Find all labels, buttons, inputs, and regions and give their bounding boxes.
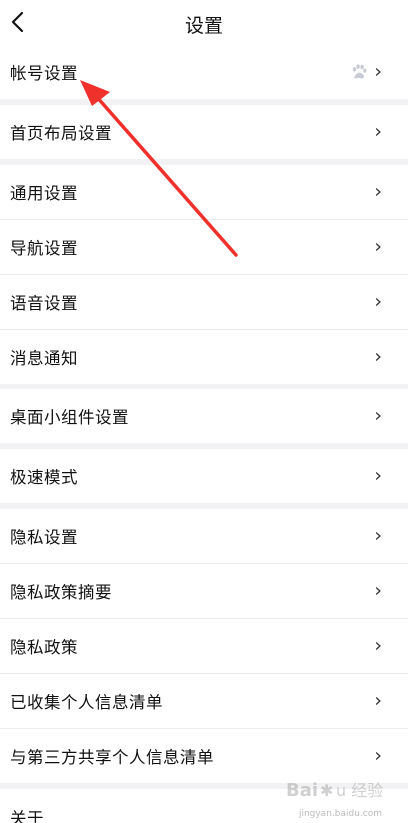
settings-item-label: 隐私政策 bbox=[10, 638, 78, 657]
settings-item-label: 已收集个人信息清单 bbox=[10, 693, 163, 712]
settings-item-label: 语音设置 bbox=[10, 294, 78, 313]
chevron-right-icon: › bbox=[374, 290, 382, 313]
settings-item-label: 导航设置 bbox=[10, 239, 78, 258]
svg-text:u 经验: u 经验 bbox=[336, 781, 383, 800]
settings-item-label: 关于 bbox=[10, 809, 44, 823]
svg-text:✱: ✱ bbox=[320, 781, 333, 800]
settings-item-general[interactable]: 通用设置 › bbox=[0, 165, 408, 220]
settings-item-label: 首页布局设置 bbox=[10, 124, 112, 143]
chevron-right-icon: › bbox=[374, 60, 382, 83]
chevron-right-icon: › bbox=[374, 120, 382, 143]
nav-bar: 设置 bbox=[0, 0, 408, 46]
baidu-logo-icon: Bai ✱ u 经验 bbox=[286, 780, 383, 801]
settings-item-account[interactable]: 帐号设置 › bbox=[0, 45, 408, 99]
settings-item-voice[interactable]: 语音设置 › bbox=[0, 275, 408, 330]
settings-item-privacy-policy[interactable]: 隐私政策 › bbox=[0, 619, 408, 674]
section-speed-mode: 极速模式 › bbox=[0, 449, 408, 503]
chevron-right-icon: › bbox=[374, 345, 382, 368]
page-title: 设置 bbox=[184, 15, 223, 37]
settings-item-privacy[interactable]: 隐私设置 › bbox=[0, 509, 408, 564]
svg-text:Bai: Bai bbox=[286, 780, 318, 801]
settings-item-label: 桌面小组件设置 bbox=[10, 408, 129, 427]
chevron-right-icon: › bbox=[374, 180, 382, 203]
chevron-right-icon: › bbox=[374, 404, 382, 427]
settings-item-label: 极速模式 bbox=[10, 468, 78, 487]
settings-item-label: 帐号设置 bbox=[10, 64, 78, 83]
settings-item-label: 通用设置 bbox=[10, 184, 78, 203]
chevron-right-icon: › bbox=[374, 579, 382, 602]
settings-item-collected-info[interactable]: 已收集个人信息清单 › bbox=[0, 674, 408, 729]
chevron-right-icon: › bbox=[374, 634, 382, 657]
chevron-right-icon: › bbox=[374, 235, 382, 258]
settings-item-privacy-summary[interactable]: 隐私政策摘要 › bbox=[0, 564, 408, 619]
settings-item-speed-mode[interactable]: 极速模式 › bbox=[0, 449, 408, 503]
chevron-right-icon: › bbox=[374, 464, 382, 487]
chevron-right-icon: › bbox=[374, 744, 382, 767]
settings-item-home-layout[interactable]: 首页布局设置 › bbox=[0, 105, 408, 159]
paw-icon bbox=[352, 64, 367, 79]
chevron-right-icon: › bbox=[374, 689, 382, 712]
settings-item-label: 隐私设置 bbox=[10, 528, 78, 547]
section-home-layout: 首页布局设置 › bbox=[0, 105, 408, 159]
settings-item-label: 隐私政策摘要 bbox=[10, 583, 112, 602]
settings-item-notifications[interactable]: 消息通知 › bbox=[0, 330, 408, 384]
settings-item-navigation[interactable]: 导航设置 › bbox=[0, 220, 408, 275]
settings-item-widgets[interactable]: 桌面小组件设置 › bbox=[0, 389, 408, 443]
chevron-right-icon: › bbox=[374, 524, 382, 547]
section-widgets: 桌面小组件设置 › bbox=[0, 389, 408, 443]
section-privacy: 隐私设置 › 隐私政策摘要 › 隐私政策 › 已收集个人信息清单 › 与第三方共… bbox=[0, 509, 408, 783]
settings-item-label: 与第三方共享个人信息清单 bbox=[10, 748, 214, 767]
section-general: 通用设置 › 导航设置 › 语音设置 › 消息通知 › bbox=[0, 165, 408, 384]
settings-item-label: 消息通知 bbox=[10, 349, 78, 368]
watermark-url: jingyan.baidu.com bbox=[298, 809, 382, 819]
watermark: Bai ✱ u 经验 bbox=[286, 775, 396, 809]
section-account: 帐号设置 › bbox=[0, 45, 408, 99]
